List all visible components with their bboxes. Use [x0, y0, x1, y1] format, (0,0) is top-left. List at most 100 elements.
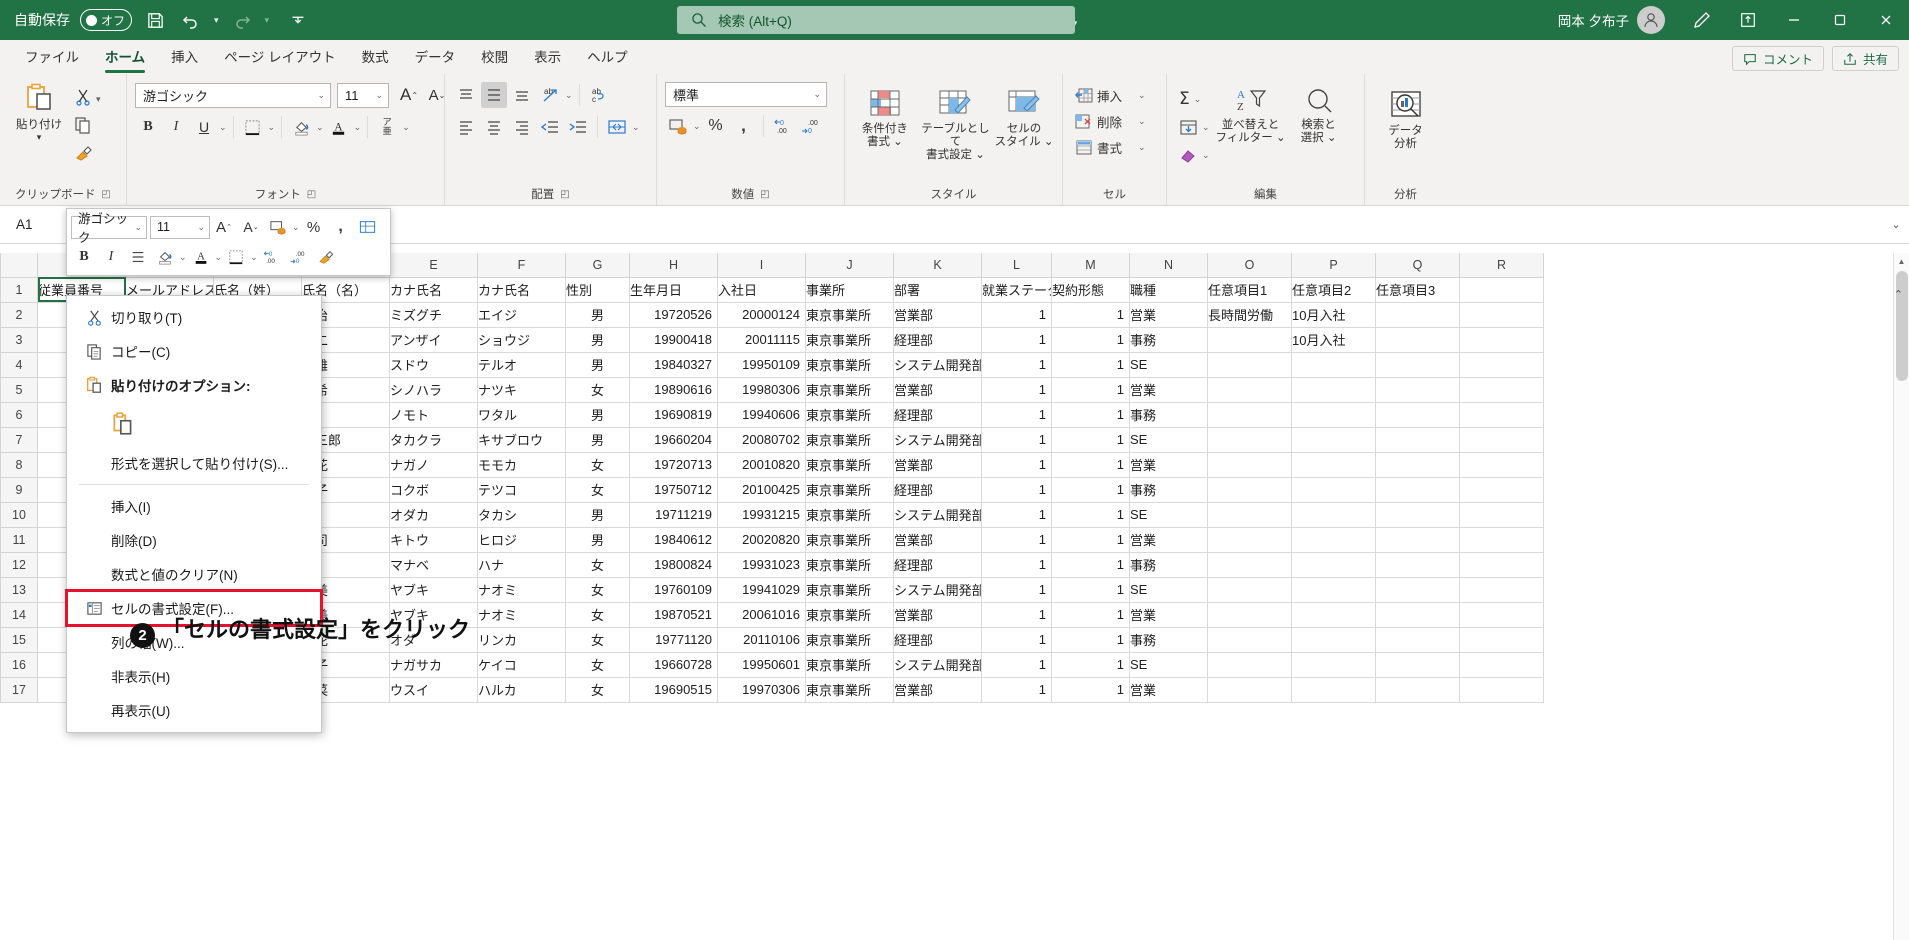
- paste-dropdown-icon[interactable]: ▾: [37, 132, 42, 142]
- underline-icon[interactable]: U: [191, 114, 217, 140]
- col-header-M[interactable]: M: [1052, 253, 1130, 277]
- cell-K4[interactable]: システム開発部: [894, 352, 982, 377]
- cell-F11[interactable]: ヒロジ: [478, 527, 566, 552]
- cell-N10[interactable]: SE: [1130, 502, 1208, 527]
- cell-R12[interactable]: [1460, 552, 1544, 577]
- cell-O8[interactable]: [1208, 452, 1292, 477]
- cell-N11[interactable]: 営業: [1130, 527, 1208, 552]
- borders-dropdown-icon[interactable]: ⌄: [268, 122, 276, 133]
- cell-K8[interactable]: 営業部: [894, 452, 982, 477]
- tab-file[interactable]: ファイル: [12, 42, 92, 74]
- formula-input[interactable]: 従業員番号: [138, 215, 1883, 235]
- cell-H2[interactable]: 19720526: [630, 302, 718, 327]
- cell-H5[interactable]: 19890616: [630, 377, 718, 402]
- font-size-combo[interactable]: 11 ⌄: [337, 83, 389, 108]
- mini-font-size-combo[interactable]: 11 ⌄: [150, 216, 210, 239]
- cell-O3[interactable]: [1208, 327, 1292, 352]
- col-header-L[interactable]: L: [982, 253, 1052, 277]
- mini-accounting-format-icon[interactable]: [265, 214, 291, 240]
- cell-E7[interactable]: タカクラ: [390, 427, 478, 452]
- cell-P16[interactable]: [1292, 652, 1376, 677]
- font-color-icon[interactable]: A: [326, 114, 352, 140]
- mini-format-painter-icon[interactable]: [313, 244, 339, 270]
- cell-Q7[interactable]: [1376, 427, 1460, 452]
- borders-icon[interactable]: [240, 114, 266, 140]
- delete-dropdown-icon[interactable]: ⌄: [1138, 116, 1146, 127]
- fill-color-icon[interactable]: [288, 114, 314, 140]
- cell-P2[interactable]: 10月入社: [1292, 302, 1376, 327]
- accounting-format-icon[interactable]: [665, 113, 691, 139]
- cell-G3[interactable]: 男: [566, 327, 630, 352]
- cell-H11[interactable]: 19840612: [630, 527, 718, 552]
- cell-I16[interactable]: 19950601: [718, 652, 806, 677]
- cell-F1[interactable]: カナ氏名: [478, 277, 566, 302]
- cell-O9[interactable]: [1208, 477, 1292, 502]
- sort-filter-button[interactable]: A Z 並べ替えと フィルター ⌄: [1214, 82, 1288, 145]
- mini-comma-icon[interactable]: ,: [328, 214, 354, 240]
- cell-styles-button[interactable]: セルの スタイル ⌄: [994, 84, 1054, 149]
- mini-percent-icon[interactable]: %: [301, 214, 327, 240]
- cell-L8[interactable]: 1: [982, 452, 1052, 477]
- cell-H8[interactable]: 19720713: [630, 452, 718, 477]
- number-dialog-launcher[interactable]: ◰: [760, 185, 769, 205]
- row-header-9[interactable]: 9: [1, 477, 38, 502]
- increase-indent-icon[interactable]: [565, 114, 591, 140]
- align-bottom-icon[interactable]: [509, 82, 535, 108]
- redo-icon[interactable]: [229, 7, 255, 33]
- expand-formula-bar-icon[interactable]: ⌄: [1883, 218, 1909, 231]
- cell-H3[interactable]: 19900418: [630, 327, 718, 352]
- cell-G4[interactable]: 男: [566, 352, 630, 377]
- cell-F15[interactable]: リンカ: [478, 627, 566, 652]
- font-name-chevron-down-icon[interactable]: ⌄: [317, 90, 325, 101]
- cell-G9[interactable]: 女: [566, 477, 630, 502]
- vertical-scrollbar[interactable]: ▲: [1893, 253, 1909, 940]
- cell-R6[interactable]: [1460, 402, 1544, 427]
- cell-G11[interactable]: 男: [566, 527, 630, 552]
- row-header-16[interactable]: 16: [1, 652, 38, 677]
- cell-N13[interactable]: SE: [1130, 577, 1208, 602]
- row-header-14[interactable]: 14: [1, 602, 38, 627]
- find-select-button[interactable]: 検索と 選択 ⌄: [1288, 82, 1350, 145]
- cell-F14[interactable]: ナオミ: [478, 602, 566, 627]
- cell-Q1[interactable]: 任意項目3: [1376, 277, 1460, 302]
- col-header-Q[interactable]: Q: [1376, 253, 1460, 277]
- wrap-text-icon[interactable]: abc: [586, 82, 612, 108]
- cell-J2[interactable]: 東京事業所: [806, 302, 894, 327]
- cell-R4[interactable]: [1460, 352, 1544, 377]
- cell-Q6[interactable]: [1376, 402, 1460, 427]
- cell-I9[interactable]: 20100425: [718, 477, 806, 502]
- cell-L14[interactable]: 1: [982, 602, 1052, 627]
- autosum-button[interactable]: Σ ⌄: [1175, 86, 1214, 112]
- cell-K17[interactable]: 営業部: [894, 677, 982, 702]
- cell-E9[interactable]: コクボ: [390, 477, 478, 502]
- cell-O15[interactable]: [1208, 627, 1292, 652]
- cell-H14[interactable]: 19870521: [630, 602, 718, 627]
- mini-font-name-combo[interactable]: 游ゴシック ⌄: [71, 216, 147, 239]
- col-header-O[interactable]: O: [1208, 253, 1292, 277]
- cell-L7[interactable]: 1: [982, 427, 1052, 452]
- cell-R3[interactable]: [1460, 327, 1544, 352]
- cell-I10[interactable]: 19931215: [718, 502, 806, 527]
- cell-J3[interactable]: 東京事業所: [806, 327, 894, 352]
- search-box[interactable]: 検索 (Alt+Q): [677, 6, 1075, 34]
- cell-O17[interactable]: [1208, 677, 1292, 702]
- cell-H4[interactable]: 19840327: [630, 352, 718, 377]
- cell-E5[interactable]: シノハラ: [390, 377, 478, 402]
- cell-Q16[interactable]: [1376, 652, 1460, 677]
- row-header-12[interactable]: 12: [1, 552, 38, 577]
- cell-K7[interactable]: システム開発部: [894, 427, 982, 452]
- cell-Q17[interactable]: [1376, 677, 1460, 702]
- font-color-dropdown-icon[interactable]: ⌄: [354, 122, 362, 133]
- cell-E6[interactable]: ノモト: [390, 402, 478, 427]
- mini-size-chevron-down-icon[interactable]: ⌄: [197, 222, 205, 233]
- col-header-N[interactable]: N: [1130, 253, 1208, 277]
- paste-button[interactable]: 貼り付け ▾: [8, 78, 70, 143]
- context-menu-item-copy[interactable]: コピー(C): [67, 334, 321, 368]
- minimize-button[interactable]: [1771, 0, 1817, 40]
- row-header-17[interactable]: 17: [1, 677, 38, 702]
- tab-insert[interactable]: 挿入: [158, 42, 211, 74]
- row-header-5[interactable]: 5: [1, 377, 38, 402]
- decrease-indent-icon[interactable]: [537, 114, 563, 140]
- cell-H9[interactable]: 19750712: [630, 477, 718, 502]
- cell-P11[interactable]: [1292, 527, 1376, 552]
